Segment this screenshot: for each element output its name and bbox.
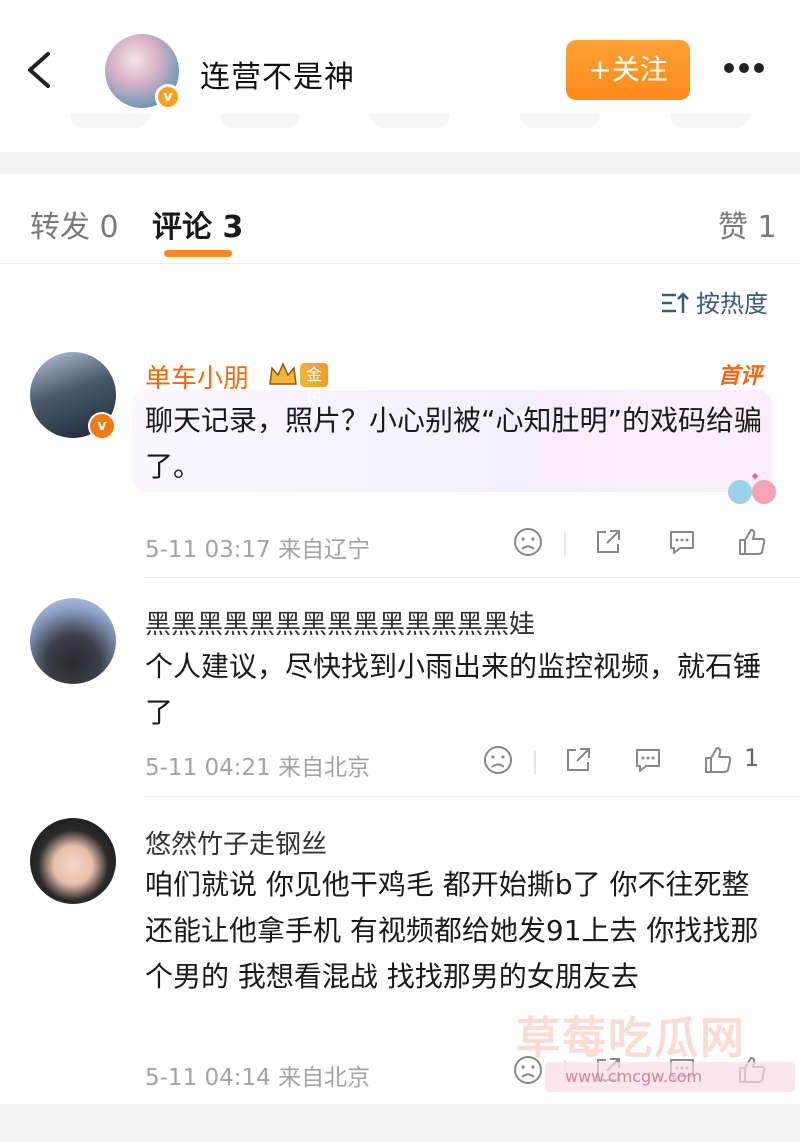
comment-meta: 5-11 03:17 来自辽宁: [145, 537, 371, 563]
watermark-url: www.cmcgw.com: [545, 1062, 795, 1092]
sort-label: 按热度: [696, 290, 768, 318]
watermark-text: 草莓吃瓜网: [516, 1013, 746, 1064]
like-icon[interactable]: [736, 526, 772, 562]
more-options-icon[interactable]: [724, 58, 774, 82]
verified-badge-icon: v: [155, 84, 181, 110]
like-icon[interactable]: [702, 744, 738, 780]
first-review-tag: 首评: [718, 364, 763, 389]
faint-decoration: [0, 114, 800, 130]
reply-icon[interactable]: [666, 526, 702, 562]
comment-meta: 5-11 04:14 来自北京: [145, 1065, 371, 1091]
follow-button[interactable]: +关注: [566, 40, 690, 100]
commenter-name[interactable]: 黑黑黑黑黑黑黑黑黑黑黑黑黑黑娃: [145, 604, 535, 641]
top-bar: v 连营不是神 +关注: [0, 0, 800, 120]
author-name[interactable]: 连营不是神: [200, 52, 355, 96]
comment-divider: [145, 577, 800, 578]
sticker-icon: [724, 470, 784, 506]
comment-text: 咱们就说 你见他干鸡毛 都开始撕b了 你不往死整 还能让他拿手机 有视频都给她发…: [145, 868, 759, 993]
dislike-icon[interactable]: [482, 744, 518, 780]
share-icon[interactable]: [562, 744, 598, 780]
tab-bar: 转发 0 评论 3 赞 1: [0, 174, 800, 264]
verified-icon: v: [90, 414, 114, 438]
bottom-gap: [0, 1104, 800, 1142]
comment-text: 个人建议，尽快找到小雨出来的监控视频，就石锤了: [145, 650, 762, 729]
comment-divider: [145, 796, 800, 797]
author-avatar[interactable]: v: [105, 34, 181, 110]
active-tab-indicator: [164, 250, 232, 257]
sort-icon: [660, 291, 690, 315]
commenter-avatar[interactable]: [30, 598, 116, 684]
action-divider: [534, 750, 536, 774]
section-gap: [0, 152, 800, 174]
reply-icon[interactable]: [632, 744, 668, 780]
dislike-icon[interactable]: [512, 526, 548, 562]
like-count: 1: [744, 744, 760, 772]
commenter-name[interactable]: 悠然竹子走钢丝: [145, 824, 327, 861]
badge-ring: v: [88, 412, 116, 440]
commenter-name[interactable]: 单车小朋: [145, 358, 249, 395]
back-icon[interactable]: [22, 50, 56, 90]
comment-actions: [512, 526, 772, 562]
action-divider: [564, 532, 566, 556]
comment-text: 聊天记录，照片？小心别被“心知肚明”的戏码给骗了。: [145, 404, 763, 483]
commenter-avatar[interactable]: [30, 818, 116, 904]
comment-actions: 1: [482, 744, 772, 780]
tab-comments[interactable]: 评论 3: [152, 202, 243, 246]
crown-icon: [269, 362, 297, 385]
comment-meta: 5-11 04:21 来自北京: [145, 755, 371, 781]
tab-reposts[interactable]: 转发 0: [30, 202, 119, 246]
sort-by-hot-button[interactable]: 按热度: [660, 284, 768, 319]
fan-level-label: 金粉3: [300, 363, 329, 432]
tab-likes[interactable]: 赞 1: [718, 202, 777, 246]
share-icon[interactable]: [592, 526, 628, 562]
